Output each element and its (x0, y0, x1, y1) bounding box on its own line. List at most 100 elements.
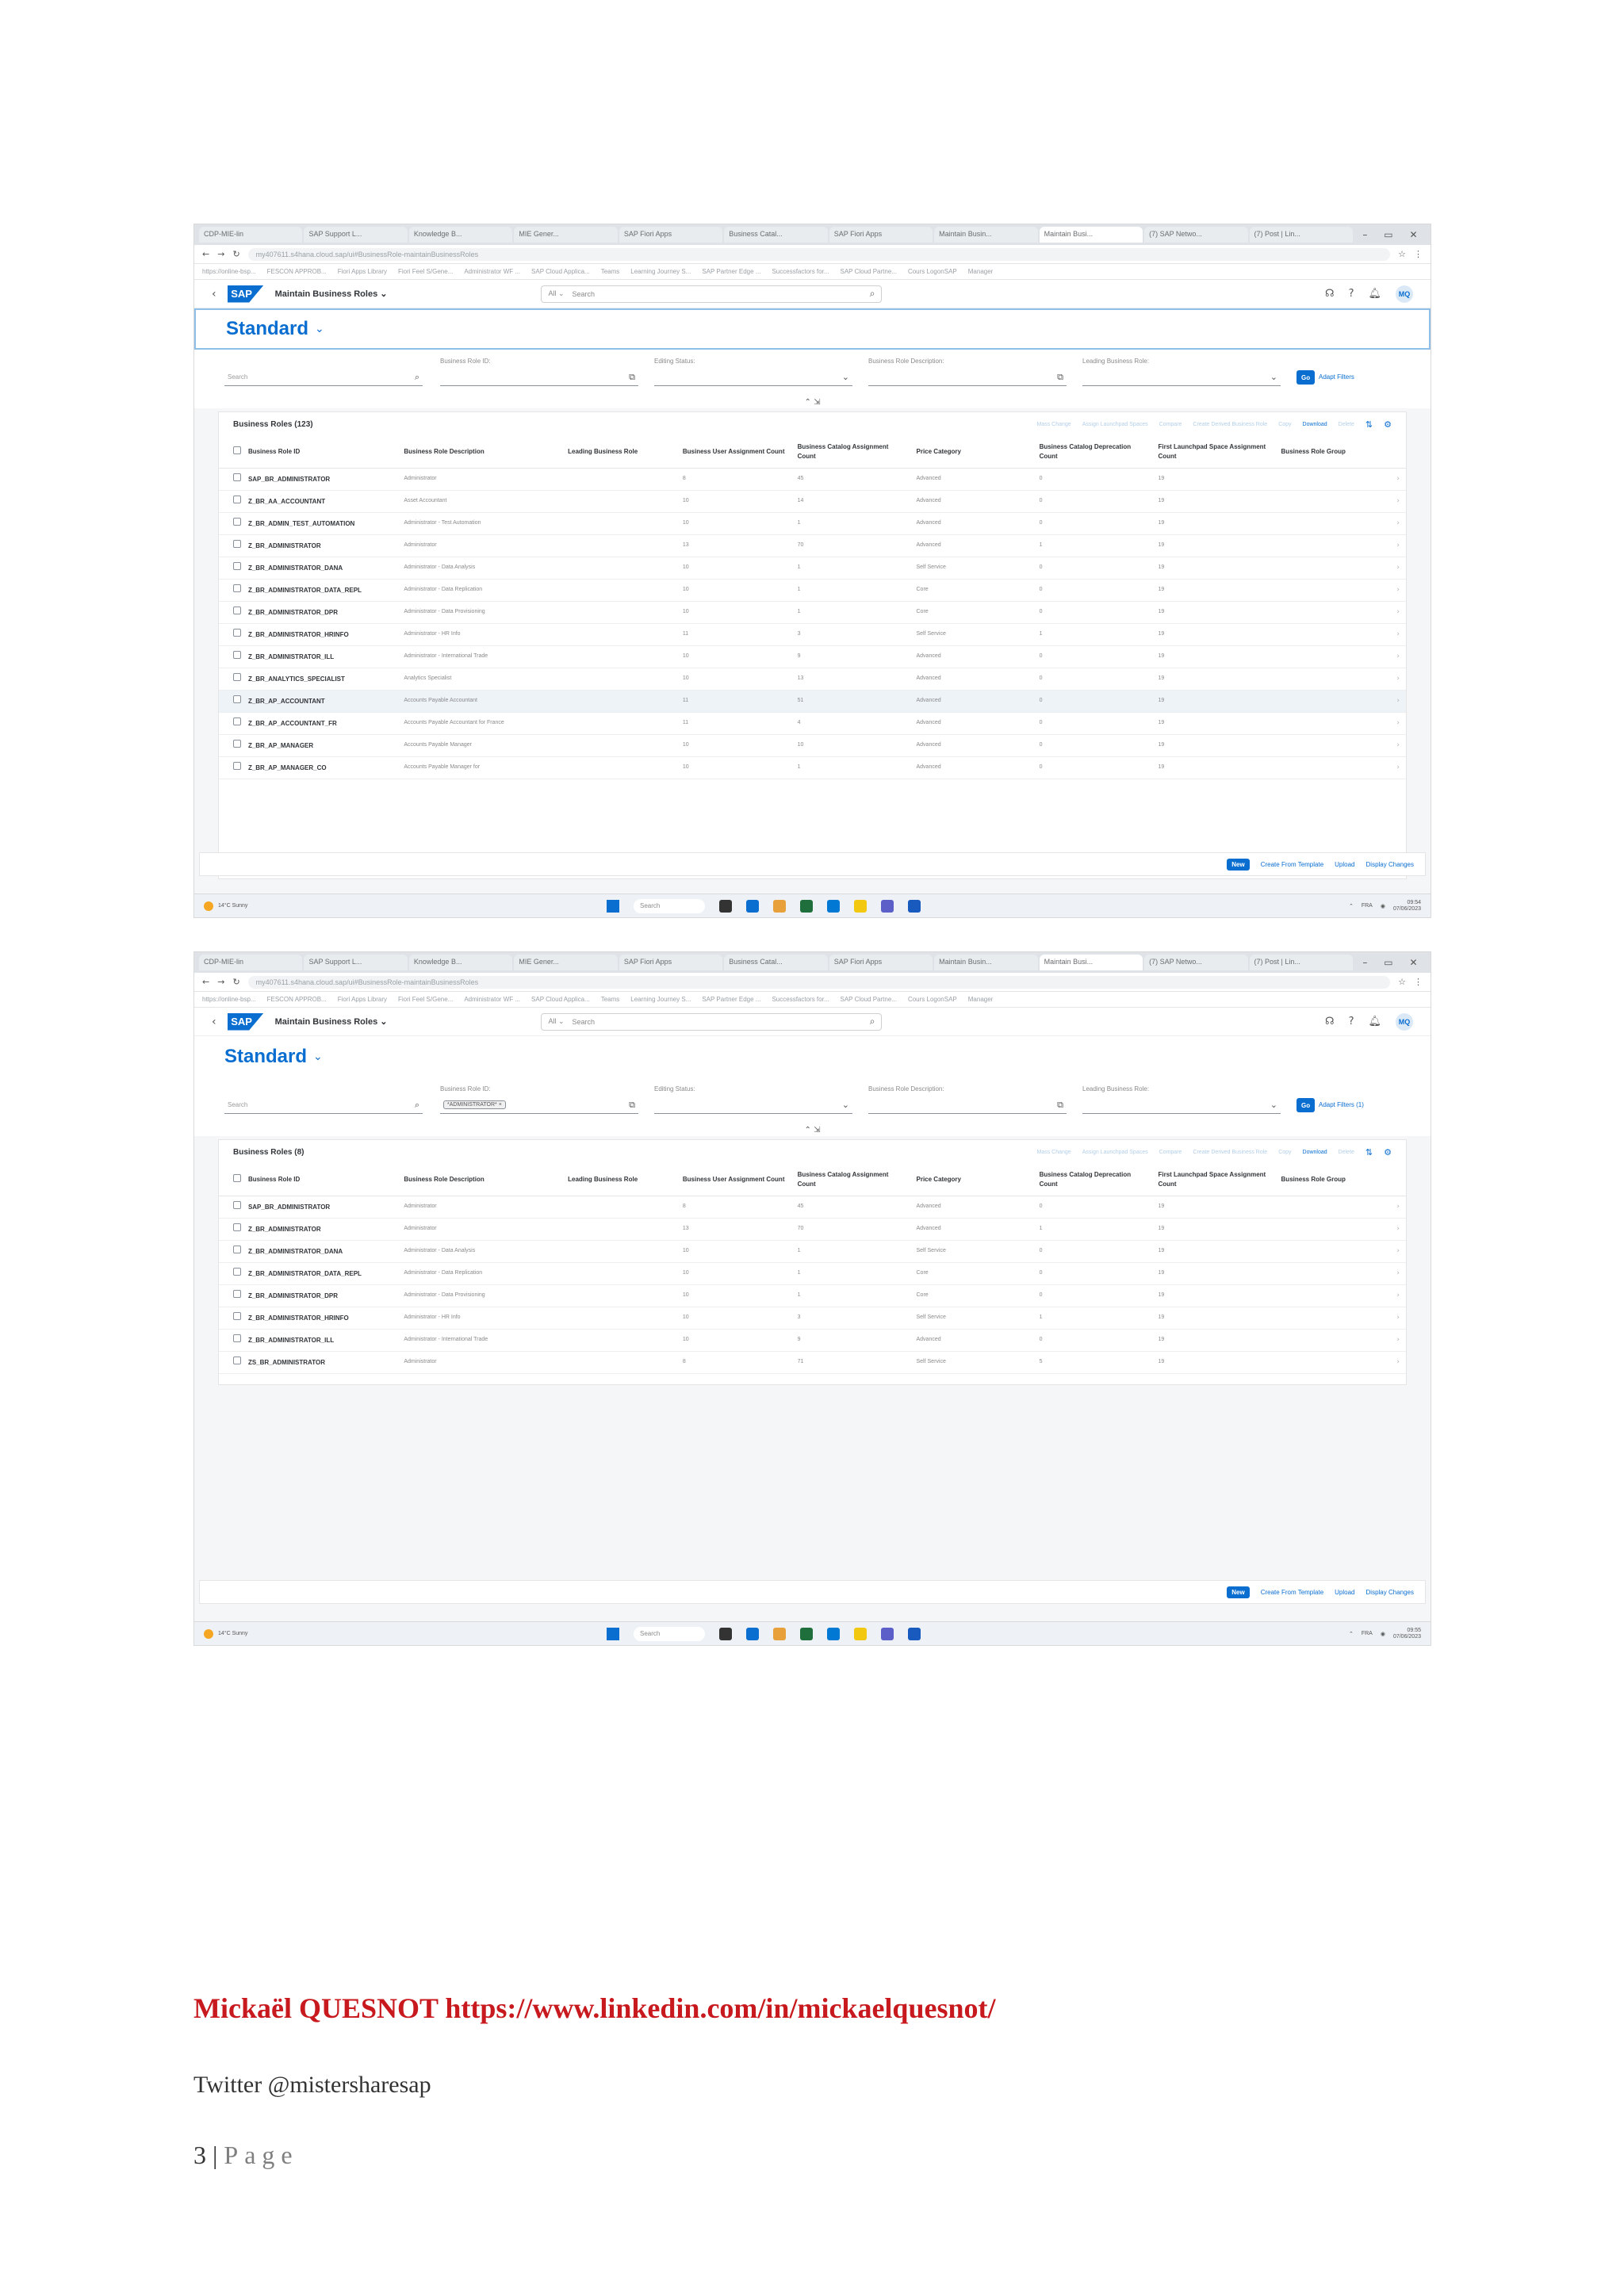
value-help-icon[interactable]: ⧉ (1057, 1100, 1063, 1111)
chevron-down-icon[interactable]: ⌄ (313, 1050, 323, 1063)
browser-tab[interactable]: SAP Fiori Apps (619, 955, 723, 970)
bookmark[interactable]: Manager (968, 996, 994, 1003)
search-icon[interactable]: ⌕ (415, 372, 419, 383)
table-row[interactable]: Z_BR_AP_ACCOUNTANT Accounts Payable Accou… (219, 690, 1406, 713)
table-row[interactable]: Z_BR_ADMINISTRATOR_DANA Administrator - D… (219, 557, 1406, 580)
avatar[interactable]: MQ (1396, 1012, 1413, 1031)
table-row[interactable]: Z_BR_ADMINISTRATOR_ILL Administrator - In… (219, 1329, 1406, 1352)
bookmark[interactable]: Cours LogonSAP (908, 268, 957, 275)
search-input[interactable]: Search (573, 1018, 596, 1026)
delete-button[interactable]: Delete (1339, 1150, 1354, 1155)
gear-icon[interactable]: ⚙ (1384, 419, 1392, 430)
browser-tab[interactable]: (7) SAP Netwo... (1144, 955, 1248, 970)
help-icon[interactable]: ? (1349, 288, 1354, 300)
browser-tab[interactable]: SAP Fiori Apps (829, 227, 933, 243)
back-arrow-icon[interactable]: ← (202, 977, 209, 987)
search-icon[interactable]: ⌕ (870, 288, 875, 300)
column-header[interactable]: Business Catalog Deprecation Count (1032, 436, 1152, 469)
table-row[interactable]: Z_BR_ADMINISTRATOR Administrator 13 70 Advan… (219, 1218, 1406, 1241)
row-checkbox[interactable] (219, 1218, 242, 1241)
edge-icon[interactable] (746, 899, 759, 913)
browser-tab-active[interactable]: Maintain Busi... (1039, 227, 1143, 243)
teams-icon[interactable] (881, 1627, 894, 1640)
bookmark[interactable]: Administrator WF ... (464, 268, 520, 275)
minimize-icon[interactable]: – (1362, 957, 1367, 968)
chevron-left-icon[interactable]: ‹ (212, 288, 216, 300)
star-icon[interactable]: ☆ (1398, 249, 1406, 259)
row-navigation-icon[interactable]: › (1381, 579, 1406, 602)
column-header[interactable]: Leading Business Role (561, 1164, 676, 1196)
leading-business-role-select[interactable]: ⌄ (1082, 1096, 1281, 1114)
browser-tab[interactable]: CDP-MIE-lin (199, 227, 303, 243)
row-navigation-icon[interactable]: › (1381, 623, 1406, 646)
weather-widget[interactable]: 14°C Sunny (204, 901, 247, 911)
row-navigation-icon[interactable]: › (1381, 690, 1406, 713)
search-icon[interactable]: ⌕ (415, 1100, 419, 1111)
bookmark[interactable]: SAP Cloud Applica... (531, 268, 590, 275)
help-icon[interactable]: ? (1349, 1016, 1354, 1027)
create-derived-button[interactable]: Create Derived Business Role (1193, 422, 1267, 427)
copy-button[interactable]: Copy (1278, 1150, 1291, 1155)
bookmark[interactable]: Successfactors for... (772, 996, 829, 1003)
row-checkbox[interactable] (219, 490, 242, 513)
bookmark[interactable]: https://online-bsp... (202, 996, 256, 1003)
menu-dots-icon[interactable]: ⋮ (1414, 249, 1423, 259)
editing-status-select[interactable]: ⌄ (654, 1096, 852, 1114)
row-checkbox[interactable] (219, 601, 242, 624)
assign-spaces-button[interactable]: Assign Launchpad Spaces (1082, 422, 1148, 427)
browser-tab[interactable]: Business Catal... (724, 227, 828, 243)
collapse-header-icon[interactable]: ⌃ ⇲ (194, 397, 1431, 408)
delete-button[interactable]: Delete (1339, 422, 1354, 427)
bookmark[interactable]: Cours LogonSAP (908, 996, 957, 1003)
headset-icon[interactable]: ☊ (1325, 1016, 1335, 1027)
reload-icon[interactable]: ↻ (232, 977, 239, 987)
value-help-icon[interactable]: ⧉ (1057, 372, 1063, 383)
folder-icon[interactable] (854, 1627, 867, 1640)
bookmark[interactable]: SAP Cloud Partne... (840, 996, 896, 1003)
browser-tab[interactable]: Knowledge B... (408, 955, 513, 970)
browser-tab[interactable]: Maintain Busin... (934, 955, 1038, 970)
search-scope[interactable]: All ⌄ (548, 289, 564, 298)
table-row[interactable]: Z_BR_ADMINISTRATOR_ILL Administrator - In… (219, 645, 1406, 668)
row-checkbox[interactable] (219, 645, 242, 668)
select-all-checkbox[interactable] (219, 1164, 242, 1196)
create-derived-button[interactable]: Create Derived Business Role (1193, 1150, 1267, 1155)
row-navigation-icon[interactable]: › (1381, 645, 1406, 668)
tray-chevron-icon[interactable]: ⌃ (1349, 903, 1354, 909)
column-header[interactable]: Business Catalog Assignment Count (791, 1164, 910, 1196)
copy-button[interactable]: Copy (1278, 422, 1291, 427)
chevron-left-icon[interactable]: ‹ (212, 1016, 216, 1028)
bookmark[interactable]: Successfactors for... (772, 268, 829, 275)
search-input[interactable]: Search (573, 290, 596, 298)
app-title[interactable]: Maintain Business Roles ⌄ (275, 289, 388, 299)
search-icon[interactable]: ⌕ (870, 1016, 875, 1027)
adapt-filters-link[interactable]: Adapt Filters (1) (1319, 1101, 1364, 1108)
sort-icon[interactable]: ⇅ (1365, 419, 1373, 430)
bell-icon[interactable]: 🔔︎ (1368, 1016, 1381, 1027)
bell-icon[interactable]: 🔔︎ (1368, 288, 1381, 300)
task-view-icon[interactable] (719, 1627, 732, 1640)
table-row[interactable]: Z_BR_ADMINISTRATOR_DPR Administrator - Da… (219, 601, 1406, 624)
row-navigation-icon[interactable]: › (1381, 1351, 1406, 1374)
table-row[interactable]: Z_BR_ADMINISTRATOR_DANA Administrator - D… (219, 1240, 1406, 1263)
bookmark[interactable]: Administrator WF ... (464, 996, 520, 1003)
table-row[interactable]: Z_BR_ANALYTICS_SPECIALIST Analytics Speci… (219, 668, 1406, 691)
row-navigation-icon[interactable]: › (1381, 1218, 1406, 1241)
bookmark[interactable]: Fiori Feel S/Gene... (398, 268, 453, 275)
browser-tab[interactable]: Maintain Busin... (934, 227, 1038, 243)
chrome-icon[interactable] (773, 1627, 786, 1640)
row-navigation-icon[interactable]: › (1381, 1196, 1406, 1219)
table-row[interactable]: Z_BR_ADMINISTRATOR_DATA_REPL Administrato… (219, 1262, 1406, 1285)
browser-tab[interactable]: MIE Gener... (514, 955, 618, 970)
upload-button[interactable]: Upload (1335, 861, 1354, 868)
browser-tab[interactable]: (7) Post | Lin... (1249, 227, 1353, 243)
compare-button[interactable]: Compare (1159, 1150, 1182, 1155)
app-icon[interactable] (827, 899, 840, 913)
language-indicator[interactable]: FRA (1362, 903, 1373, 909)
row-checkbox[interactable] (219, 756, 242, 779)
word-icon[interactable] (908, 1627, 921, 1640)
display-changes-button[interactable]: Display Changes (1366, 861, 1414, 868)
download-button[interactable]: Download (1303, 422, 1327, 427)
row-navigation-icon[interactable]: › (1381, 734, 1406, 757)
bookmark[interactable]: Teams (601, 268, 620, 275)
